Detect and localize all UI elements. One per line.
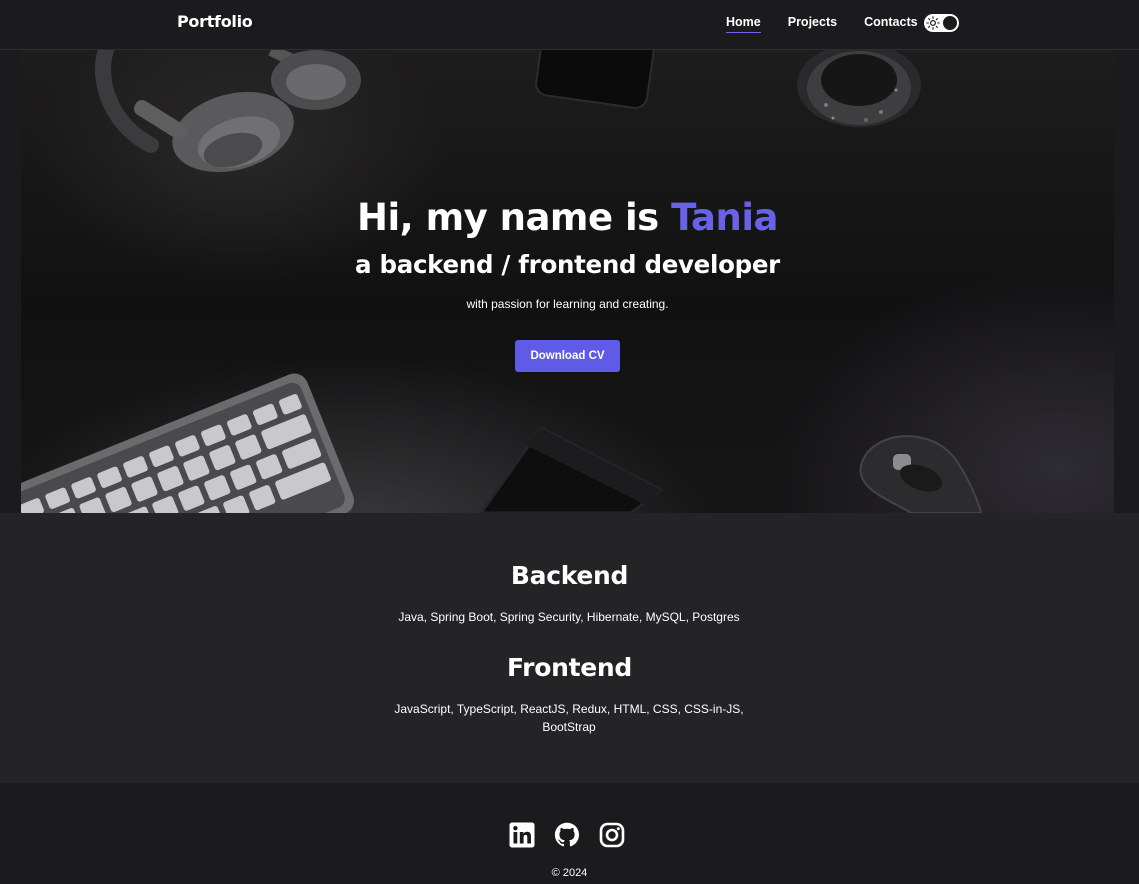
brand-logo[interactable]: Portfolio — [177, 12, 253, 31]
hero-name: Tania — [671, 196, 778, 239]
keyboard-image — [21, 373, 355, 513]
skills-section: Backend Java, Spring Boot, Spring Securi… — [0, 513, 1139, 783]
notebook-image — [479, 426, 664, 513]
toggle-knob — [943, 16, 957, 30]
theme-toggle[interactable] — [924, 14, 959, 32]
footer: © 2024 — [0, 783, 1139, 884]
nav-links: Home Projects Contacts — [726, 15, 918, 33]
frontend-skills-list: JavaScript, TypeScript, ReactJS, Redux, … — [394, 702, 744, 734]
hero-title-prefix: Hi, my name is — [356, 196, 672, 239]
linkedin-icon[interactable] — [509, 822, 535, 848]
hero-subtitle: a backend / frontend developer — [355, 250, 780, 279]
hero-title: Hi, my name is Tania — [21, 196, 1114, 239]
sun-icon — [926, 16, 940, 30]
backend-skills-list: Java, Spring Boot, Spring Security, Hibe… — [398, 610, 740, 624]
navbar: Portfolio Home Projects Contacts — [0, 0, 1139, 50]
hero-background-image — [21, 50, 983, 513]
social-links — [509, 822, 625, 848]
nav-projects[interactable]: Projects — [788, 15, 837, 33]
hero-tagline: with passion for learning and creating. — [466, 297, 669, 311]
frontend-heading: Frontend — [507, 653, 632, 682]
phone-image — [535, 50, 655, 109]
hero-section: Hi, my name is Tania a backend / fronten… — [21, 50, 1114, 513]
nav-contacts[interactable]: Contacts — [864, 15, 917, 33]
instagram-icon[interactable] — [599, 822, 625, 848]
headphones-image — [95, 50, 361, 173]
download-cv-button[interactable]: Download CV — [515, 340, 620, 372]
mouse-image — [859, 435, 983, 513]
nav-home[interactable]: Home — [726, 15, 761, 33]
cup-image — [797, 50, 921, 127]
copyright: © 2024 — [551, 867, 588, 879]
backend-heading: Backend — [510, 561, 629, 590]
github-icon[interactable] — [554, 822, 580, 848]
